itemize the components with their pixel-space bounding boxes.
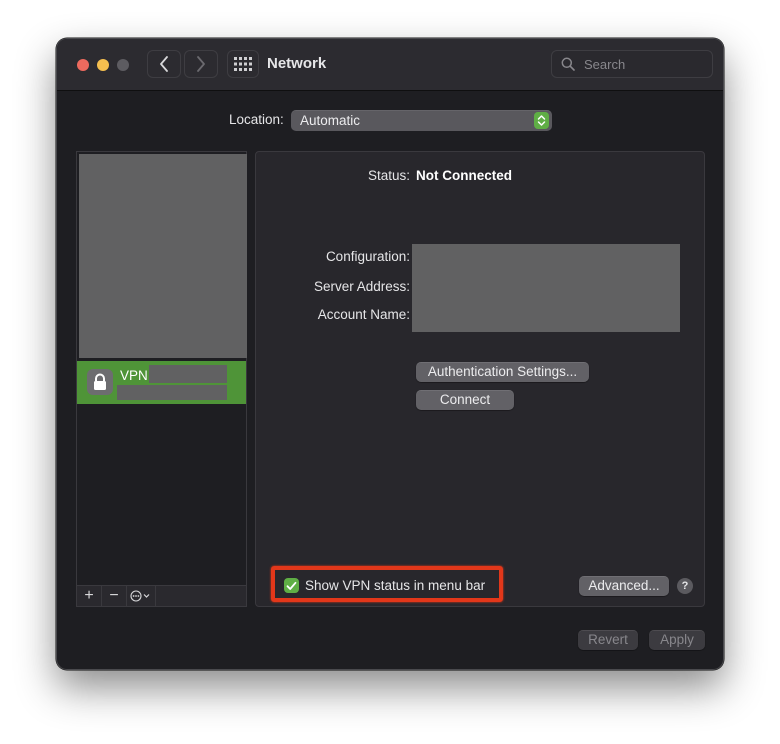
location-value: Automatic <box>300 113 361 128</box>
location-select[interactable]: Automatic <box>291 110 552 131</box>
checkmark-icon <box>286 581 297 590</box>
selection-edge <box>227 361 246 404</box>
advanced-button[interactable]: Advanced... <box>579 576 669 596</box>
status-value: Not Connected <box>416 168 512 183</box>
show-all-preferences-button[interactable] <box>227 50 259 78</box>
forward-button[interactable] <box>184 50 218 78</box>
show-vpn-status-label[interactable]: Show VPN status in menu bar <box>305 578 485 593</box>
show-vpn-status-checkbox[interactable] <box>284 578 299 593</box>
plus-icon: + <box>84 587 94 604</box>
more-options-icon <box>130 590 150 602</box>
updown-arrows-icon <box>534 112 549 129</box>
configuration-label: Configuration: <box>325 249 410 264</box>
help-button[interactable]: ? <box>677 578 693 594</box>
redacted-services <box>79 154 247 358</box>
service-list-toolbar: + − <box>76 585 247 607</box>
vpn-details-panel: Status: Not Connected Configuration: Ser… <box>255 151 705 607</box>
account-name-label: Account Name: <box>317 307 410 322</box>
redacted-status <box>117 385 227 400</box>
redacted-name <box>149 365 227 383</box>
location-label: Location: <box>229 112 284 127</box>
close-window-button[interactable] <box>77 59 89 71</box>
sidebar-item-label: VPN <box>120 368 148 383</box>
sidebar-item-vpn[interactable]: VPN <box>77 361 246 404</box>
grid-icon <box>234 57 252 71</box>
chevron-right-icon <box>197 56 205 72</box>
window-title: Network <box>267 55 327 72</box>
search-input[interactable] <box>582 55 702 73</box>
title-bar: Network <box>57 39 723 91</box>
minus-icon: − <box>109 587 119 604</box>
back-button[interactable] <box>147 50 181 78</box>
revert-button[interactable]: Revert <box>578 630 638 650</box>
add-service-button[interactable]: + <box>77 586 102 606</box>
apply-button[interactable]: Apply <box>649 630 705 650</box>
chevron-left-icon <box>160 56 168 72</box>
zoom-window-button[interactable] <box>117 59 129 71</box>
connect-button[interactable]: Connect <box>416 390 514 410</box>
lock-icon <box>87 369 113 395</box>
remove-service-button[interactable]: − <box>102 586 127 606</box>
service-list[interactable]: VPN <box>76 151 247 607</box>
show-vpn-status-highlight: Show VPN status in menu bar <box>271 566 503 602</box>
server-address-label: Server Address: <box>313 279 410 294</box>
authentication-settings-button[interactable]: Authentication Settings... <box>416 362 589 382</box>
network-preferences-window: Network Location: Automatic <box>56 38 724 670</box>
status-label: Status: <box>367 168 410 183</box>
search-field[interactable] <box>551 50 713 78</box>
search-icon <box>561 57 575 71</box>
redacted-vpn-settings <box>412 244 680 332</box>
action-menu-button[interactable] <box>127 586 156 606</box>
minimize-window-button[interactable] <box>97 59 109 71</box>
